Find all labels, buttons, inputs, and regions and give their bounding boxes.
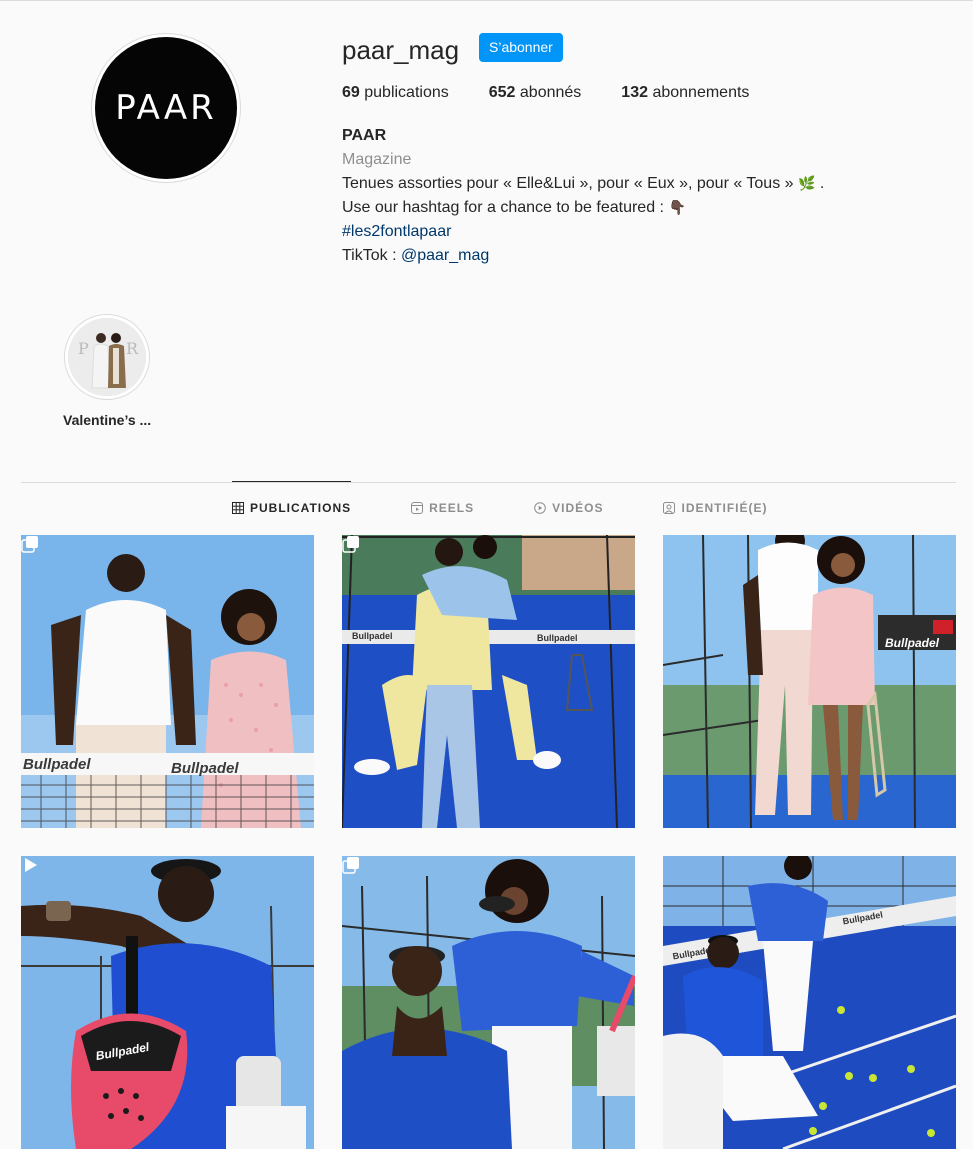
profile-stats: 69 publications 652 abonnés 132 abonneme… (342, 84, 789, 102)
stat-following-count: 132 (621, 84, 648, 101)
tiktok-handle-link[interactable]: @paar_mag (401, 247, 489, 264)
profile-avatar[interactable]: PAAR (91, 33, 241, 183)
tab-reels-label: REELS (429, 501, 475, 515)
post-image: Bullpadel Bullpadel (342, 535, 635, 828)
bio-name: PAAR (342, 127, 387, 144)
bio-line-2: Use our hashtag for a chance to be featu… (342, 196, 902, 220)
highlight-ring: P R (64, 314, 150, 400)
stat-following-label: abonnements (652, 84, 750, 101)
highlight-thumbnail: P R (68, 318, 146, 396)
profile-tabs: PUBLICATIONS REELS VIDÉOS IDENTIFIÉ(E) (232, 481, 827, 534)
stat-posts-count: 69 (342, 84, 360, 101)
svg-text:Bullpadel: Bullpadel (352, 631, 393, 641)
post-image: Bullpadel Bullpadel (21, 535, 314, 828)
profile-username: paar_mag (342, 35, 460, 65)
profile-bio: PAAR Magazine Tenues assorties pour « El… (342, 124, 902, 268)
stat-followers-label: abonnés (519, 84, 582, 101)
video-icon (25, 858, 37, 872)
bio-line-1-end: . (819, 175, 825, 192)
tab-videos[interactable]: VIDÉOS (534, 481, 603, 534)
leaf-icon: 🌿 (798, 176, 816, 192)
hashtag-link[interactable]: #les2fontlapaar (342, 223, 451, 240)
tagged-icon (663, 502, 676, 514)
stat-following[interactable]: 132 abonnements (621, 84, 749, 102)
posts-grid: Bullpadel Bullpadel Bullpadel Bullpadel … (21, 535, 956, 1149)
stat-followers-count: 652 (488, 84, 516, 101)
avatar-logo: PAAR (95, 37, 237, 179)
tab-publications-label: PUBLICATIONS (250, 501, 352, 515)
bio-line-1: Tenues assorties pour « Elle&Lui », pour… (342, 172, 902, 196)
stat-followers[interactable]: 652 abonnés (489, 84, 582, 102)
svg-text:Bullpadel: Bullpadel (171, 760, 239, 777)
bio-tiktok: TikTok : @paar_mag (342, 244, 902, 268)
post-image: Bullpadel (21, 856, 314, 1149)
tiktok-prefix: TikTok : (342, 247, 401, 264)
carousel-icon (21, 536, 38, 553)
carousel-icon (342, 536, 359, 553)
post-tile[interactable]: Bullpadel (663, 535, 956, 828)
highlight-label: Valentine’s ... (63, 412, 152, 428)
follow-button[interactable]: S’abonner (479, 33, 563, 62)
bio-category: Magazine (342, 151, 412, 168)
svg-text:Bullpadel: Bullpadel (537, 633, 578, 643)
post-tile[interactable]: Bullpadel (21, 856, 314, 1149)
tab-videos-label: VIDÉOS (552, 501, 604, 515)
tab-tagged[interactable]: IDENTIFIÉ(E) (663, 481, 767, 534)
top-border (0, 0, 973, 1)
story-highlight[interactable]: P R Valentine’s ... (63, 314, 151, 428)
svg-text:P: P (78, 339, 89, 358)
svg-text:R: R (126, 339, 139, 358)
post-image: Bullpadel (663, 535, 956, 828)
stat-posts-label: publications (364, 84, 449, 101)
post-tile[interactable]: Bullpadel Bullpadel (21, 535, 314, 828)
post-tile[interactable]: Bullpadel Bullpadel (342, 535, 635, 828)
post-tile[interactable] (342, 856, 635, 1149)
bio-line-1-text: Tenues assorties pour « Elle&Lui », pour… (342, 175, 794, 192)
tab-reels[interactable]: REELS (411, 481, 474, 534)
reels-icon (411, 502, 424, 514)
post-tile[interactable]: Bullpadel Bullpadel (663, 856, 956, 1149)
tab-publications[interactable]: PUBLICATIONS (232, 481, 352, 534)
video-icon (534, 502, 546, 514)
bio-line-2-text: Use our hashtag for a chance to be featu… (342, 199, 664, 216)
post-image: Bullpadel Bullpadel (663, 856, 956, 1149)
stat-posts: 69 publications (342, 84, 449, 102)
svg-text:Bullpadel: Bullpadel (885, 636, 940, 650)
grid-icon (232, 502, 244, 514)
svg-text:Bullpadel: Bullpadel (23, 756, 91, 773)
pointing-down-icon: 👇🏿 (668, 200, 686, 216)
post-image (342, 856, 635, 1149)
carousel-icon (342, 857, 359, 874)
tab-tagged-label: IDENTIFIÉ(E) (681, 501, 768, 515)
